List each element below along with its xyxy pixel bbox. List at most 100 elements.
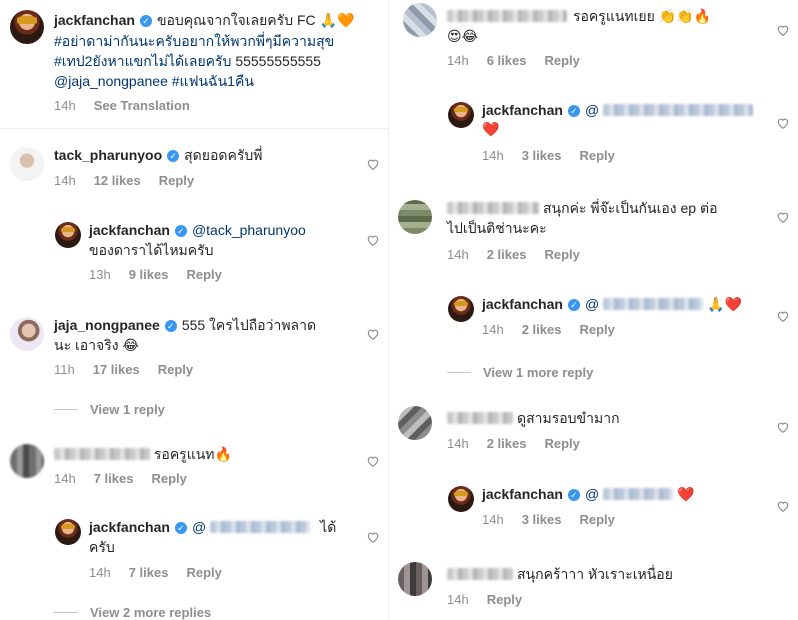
comment-time[interactable]: 14h: [89, 565, 111, 580]
comment-likes[interactable]: 17 likes: [93, 362, 140, 377]
like-heart-icon[interactable]: [775, 210, 791, 226]
avatar-blurred[interactable]: [10, 444, 44, 478]
reply-button[interactable]: Reply: [544, 53, 579, 68]
caption-hashtag-3[interactable]: #แฟนฉัน1คืน: [172, 73, 254, 89]
comment-time[interactable]: 14h: [54, 173, 76, 188]
comments-panel-right: รอครูแนทเยย 👏👏🔥 😍😂 14h 6 likes Reply jackf…: [393, 0, 798, 620]
avatar-blurred[interactable]: [398, 200, 432, 234]
comment-time[interactable]: 14h: [447, 592, 469, 607]
comment-text: ของดาราได้ไหมครับ: [89, 242, 214, 258]
comment-username[interactable]: jackfanchan: [482, 296, 563, 312]
verified-badge-icon: ✓: [164, 320, 177, 332]
view-replies-button[interactable]: View 2 more replies: [54, 605, 211, 620]
blurred-mention[interactable]: [603, 298, 704, 310]
mention-prefix[interactable]: @: [192, 519, 206, 535]
comment-likes[interactable]: 3 likes: [522, 512, 562, 527]
reply-button[interactable]: Reply: [159, 173, 194, 188]
blurred-username[interactable]: [54, 448, 150, 460]
comment-likes[interactable]: 12 likes: [94, 173, 141, 188]
mention-prefix[interactable]: @: [585, 486, 599, 502]
avatar-jackfanchan[interactable]: [10, 10, 44, 44]
comment-time[interactable]: 14h: [482, 512, 504, 527]
caption-time[interactable]: 14h: [54, 98, 76, 113]
reply-button[interactable]: Reply: [579, 148, 614, 163]
comment-likes[interactable]: 6 likes: [487, 53, 527, 68]
avatar-blurred[interactable]: [403, 3, 437, 37]
comment-likes[interactable]: 9 likes: [129, 267, 169, 282]
reply-button[interactable]: Reply: [579, 512, 614, 527]
caption-mention[interactable]: @jaja_nongpanee: [54, 73, 168, 89]
comment-text: 555 ใครไปถือว่าพลาด: [181, 317, 317, 333]
reply-button[interactable]: Reply: [151, 471, 186, 486]
comment-mention[interactable]: @tack_pharunyoo: [192, 222, 306, 238]
blurred-username[interactable]: [447, 10, 567, 22]
avatar-jackfanchan[interactable]: [448, 296, 474, 322]
like-heart-icon[interactable]: [775, 23, 791, 39]
like-heart-icon[interactable]: [365, 530, 381, 546]
comment-username[interactable]: jackfanchan: [482, 102, 563, 118]
comment-username[interactable]: tack_pharunyoo: [54, 147, 162, 163]
comment-likes[interactable]: 2 likes: [522, 322, 562, 337]
reply-button[interactable]: Reply: [579, 322, 614, 337]
reply-button[interactable]: Reply: [544, 247, 579, 262]
blurred-username[interactable]: [447, 568, 513, 580]
view-replies-label[interactable]: View 2 more replies: [90, 605, 211, 620]
like-heart-icon[interactable]: [775, 309, 791, 325]
comment-username[interactable]: jackfanchan: [482, 486, 563, 502]
comment-likes[interactable]: 7 likes: [94, 471, 134, 486]
avatar-jackfanchan[interactable]: [55, 222, 81, 248]
comment-likes[interactable]: 7 likes: [129, 565, 169, 580]
comment-time[interactable]: 14h: [54, 471, 76, 486]
comment-text: สุดยอดครับพี่: [184, 147, 263, 163]
like-heart-icon[interactable]: [365, 233, 381, 249]
avatar-blurred[interactable]: [398, 406, 432, 440]
avatar-jackfanchan[interactable]: [55, 519, 81, 545]
blurred-username[interactable]: [447, 412, 513, 424]
caption-hashtag-1[interactable]: #อย่าดาม่ากันนะครับอยากให้พวกพี่ๆมีความส…: [54, 31, 384, 51]
like-heart-icon[interactable]: [775, 420, 791, 436]
like-heart-icon[interactable]: [775, 116, 791, 132]
view-replies-dash: [54, 409, 78, 410]
mention-prefix[interactable]: @: [585, 296, 599, 312]
avatar-tack_pharunyoo[interactable]: [10, 147, 44, 181]
comment-likes[interactable]: 2 likes: [487, 247, 527, 262]
comment-username[interactable]: jaja_nongpanee: [54, 317, 160, 333]
comment-time[interactable]: 14h: [447, 436, 469, 451]
comment-time[interactable]: 11h: [54, 362, 75, 377]
like-heart-icon[interactable]: [365, 157, 381, 173]
reply-button[interactable]: Reply: [186, 565, 221, 580]
comment-time[interactable]: 14h: [482, 322, 504, 337]
comment-time[interactable]: 13h: [89, 267, 111, 282]
blurred-username[interactable]: [447, 202, 539, 214]
view-replies-label[interactable]: View 1 more reply: [483, 365, 593, 380]
reply-button[interactable]: Reply: [544, 436, 579, 451]
comment-likes[interactable]: 3 likes: [522, 148, 562, 163]
caption-hashtag-2[interactable]: #เทป2ยังหาแขกไม่ได้เลยครับ: [54, 53, 231, 69]
comment-time[interactable]: 14h: [447, 53, 469, 68]
like-heart-icon[interactable]: [365, 454, 381, 470]
view-replies-button[interactable]: View 1 reply: [54, 402, 165, 417]
avatar-blurred[interactable]: [398, 562, 432, 596]
comment-username[interactable]: jackfanchan: [89, 222, 170, 238]
blurred-mention[interactable]: [603, 488, 674, 500]
comment-time[interactable]: 14h: [447, 247, 469, 262]
reply-button[interactable]: Reply: [487, 592, 522, 607]
reply-button[interactable]: Reply: [158, 362, 193, 377]
avatar-jackfanchan[interactable]: [448, 102, 474, 128]
clap-fire-emoji: 👏👏🔥: [658, 9, 712, 25]
comment-likes[interactable]: 2 likes: [487, 436, 527, 451]
avatar-jaja_nongpanee[interactable]: [10, 317, 44, 351]
blurred-mention[interactable]: [603, 104, 754, 116]
mention-prefix[interactable]: @: [585, 102, 599, 118]
reply-button[interactable]: Reply: [186, 267, 221, 282]
like-heart-icon[interactable]: [775, 499, 791, 515]
see-translation-button[interactable]: See Translation: [94, 98, 190, 113]
blurred-mention[interactable]: [210, 521, 311, 533]
comment-time[interactable]: 14h: [482, 148, 504, 163]
avatar-jackfanchan[interactable]: [448, 486, 474, 512]
comment-username[interactable]: jackfanchan: [89, 519, 170, 535]
view-replies-button[interactable]: View 1 more reply: [447, 365, 593, 380]
like-heart-icon[interactable]: [365, 327, 381, 343]
caption-username[interactable]: jackfanchan: [54, 12, 135, 28]
view-replies-label[interactable]: View 1 reply: [90, 402, 165, 417]
